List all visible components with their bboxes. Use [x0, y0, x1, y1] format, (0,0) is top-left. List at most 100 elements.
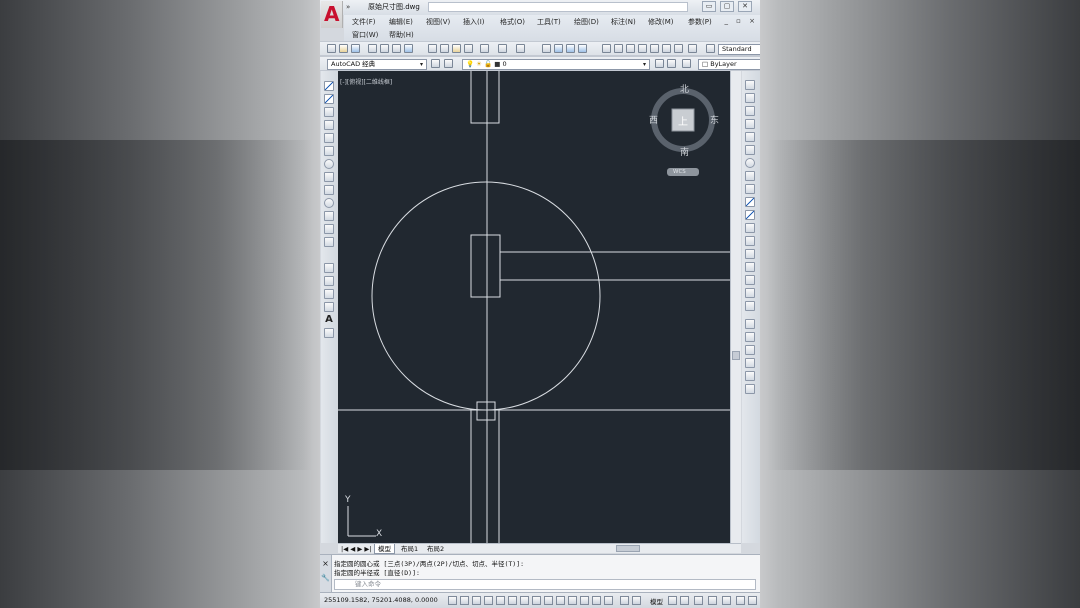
fillet-icon[interactable]	[745, 275, 755, 285]
calculator-icon[interactable]	[674, 44, 683, 53]
drawing-canvas[interactable]: [-][俯视][二维线框] 北 南 东 西 上 WCS Y X	[338, 71, 741, 543]
selection-cycling-icon[interactable]	[604, 596, 613, 605]
explode-icon[interactable]	[745, 301, 755, 311]
workspace-select[interactable]: AutoCAD 经典 ▾	[327, 59, 427, 70]
redo-icon[interactable]	[516, 44, 525, 53]
mdi-window-buttons[interactable]: _ ▫ ×	[724, 17, 758, 25]
break-at-point-icon[interactable]	[745, 223, 755, 233]
copy-icon[interactable]	[440, 44, 449, 53]
compass-north[interactable]: 北	[680, 82, 689, 95]
workspace-switching-icon[interactable]	[694, 596, 703, 605]
dynamic-ucs-icon[interactable]	[544, 596, 553, 605]
text-style-icon[interactable]	[706, 44, 715, 53]
scroll-thumb[interactable]	[732, 351, 740, 360]
layer-select[interactable]: 💡 ☀ 🔓 ■ 0 ▾	[462, 59, 650, 70]
break-icon[interactable]	[745, 236, 755, 246]
grid-display-icon[interactable]	[472, 596, 481, 605]
print-preview-icon[interactable]	[380, 44, 389, 53]
revision-cloud-icon[interactable]	[324, 172, 334, 182]
compass-east[interactable]: 东	[710, 113, 719, 126]
menu-parametric[interactable]: 参数(P)	[688, 17, 712, 27]
stretch-icon[interactable]	[745, 184, 755, 194]
add-selected-icon[interactable]	[324, 328, 334, 338]
quick-view-layouts-icon[interactable]	[620, 596, 629, 605]
hatch-back-icon[interactable]	[745, 384, 755, 394]
menu-modify[interactable]: 修改(M)	[648, 17, 674, 27]
construction-line-icon[interactable]	[324, 94, 334, 104]
close-button[interactable]: ✕	[738, 1, 752, 12]
object-snap-tracking-icon[interactable]	[532, 596, 541, 605]
erase-icon[interactable]	[745, 80, 755, 90]
text-front-icon[interactable]	[745, 371, 755, 381]
title-search-input[interactable]	[428, 2, 688, 12]
clean-screen-icon[interactable]	[748, 596, 757, 605]
point-icon[interactable]	[324, 251, 334, 261]
layer-properties-icon[interactable]	[444, 59, 453, 68]
object-snap-icon[interactable]	[508, 596, 517, 605]
transparency-icon[interactable]	[580, 596, 589, 605]
mirror-icon[interactable]	[745, 106, 755, 116]
blend-curves-icon[interactable]	[745, 288, 755, 298]
zoom-previous-icon[interactable]	[578, 44, 587, 53]
block-editor-icon[interactable]	[480, 44, 489, 53]
offset-icon[interactable]	[745, 119, 755, 129]
menu-window[interactable]: 窗口(W)	[352, 30, 378, 40]
join-icon[interactable]	[745, 249, 755, 259]
draworder-under-icon[interactable]	[745, 358, 755, 368]
publish-icon[interactable]	[392, 44, 401, 53]
arc-icon[interactable]	[324, 146, 334, 156]
properties-icon[interactable]	[602, 44, 611, 53]
line-tool-icon[interactable]	[324, 81, 334, 91]
zoom-realtime-icon[interactable]	[554, 44, 563, 53]
menu-view[interactable]: 视图(V)	[426, 17, 450, 27]
polygon-icon[interactable]	[324, 120, 334, 130]
application-menu-button[interactable]: A	[321, 1, 343, 28]
extend-icon[interactable]	[745, 210, 755, 220]
rotate-icon[interactable]	[745, 158, 755, 168]
menu-help[interactable]: 帮助(H)	[389, 30, 414, 40]
3d-print-icon[interactable]	[404, 44, 413, 53]
markup-icon[interactable]	[650, 44, 659, 53]
lock-toolbar-icon[interactable]	[708, 596, 717, 605]
menu-format[interactable]: 格式(O)	[500, 17, 525, 27]
layer-previous-icon[interactable]	[667, 59, 676, 68]
paste-icon[interactable]	[452, 44, 461, 53]
draworder-above-icon[interactable]	[745, 345, 755, 355]
isolate-objects-icon[interactable]	[736, 596, 745, 605]
circle-tool-icon[interactable]	[324, 159, 334, 169]
multiline-text-icon[interactable]: A	[324, 315, 334, 325]
coordinate-readout[interactable]: 255109.1582, 75201.4088, 0.0000	[324, 596, 438, 604]
menu-draw[interactable]: 绘图(D)	[574, 17, 599, 27]
copy-object-icon[interactable]	[745, 93, 755, 103]
annotation-visibility-icon[interactable]	[680, 596, 689, 605]
wcs-menu[interactable]: WCS	[673, 168, 686, 176]
scale-icon[interactable]	[745, 171, 755, 181]
compass-south[interactable]: 南	[680, 145, 689, 158]
ellipse-arc-icon[interactable]	[324, 211, 334, 221]
ellipse-icon[interactable]	[324, 198, 334, 208]
text-style-select[interactable]: Standard	[718, 44, 760, 55]
compass-west[interactable]: 西	[649, 113, 658, 126]
quick-access-arrow-icon[interactable]: »	[346, 3, 350, 11]
region-icon[interactable]	[324, 289, 334, 299]
polar-tracking-icon[interactable]	[496, 596, 505, 605]
vertical-scrollbar[interactable]	[730, 71, 741, 543]
make-block-icon[interactable]	[324, 237, 334, 247]
viewcube-top-face[interactable]: 上	[678, 113, 688, 128]
rectangle-icon[interactable]	[324, 133, 334, 143]
help-icon[interactable]	[688, 44, 697, 53]
layer-state-icon[interactable]	[682, 59, 691, 68]
horizontal-scroll-thumb[interactable]	[616, 545, 640, 552]
maximize-button[interactable]: ▢	[720, 1, 734, 12]
minimize-button[interactable]: ▭	[702, 1, 716, 12]
annotation-scale-icon[interactable]	[668, 596, 677, 605]
zoom-window-icon[interactable]	[566, 44, 575, 53]
tab-layout2[interactable]: 布局2	[424, 544, 447, 554]
pan-icon[interactable]	[542, 44, 551, 53]
tab-layout1[interactable]: 布局1	[398, 544, 421, 554]
customize-wrench-icon[interactable]: 🔧	[320, 574, 331, 582]
menu-dimension[interactable]: 标注(N)	[611, 17, 636, 27]
infer-constraints-icon[interactable]	[448, 596, 457, 605]
hardware-acceleration-icon[interactable]	[722, 596, 731, 605]
chamfer-icon[interactable]	[745, 262, 755, 272]
